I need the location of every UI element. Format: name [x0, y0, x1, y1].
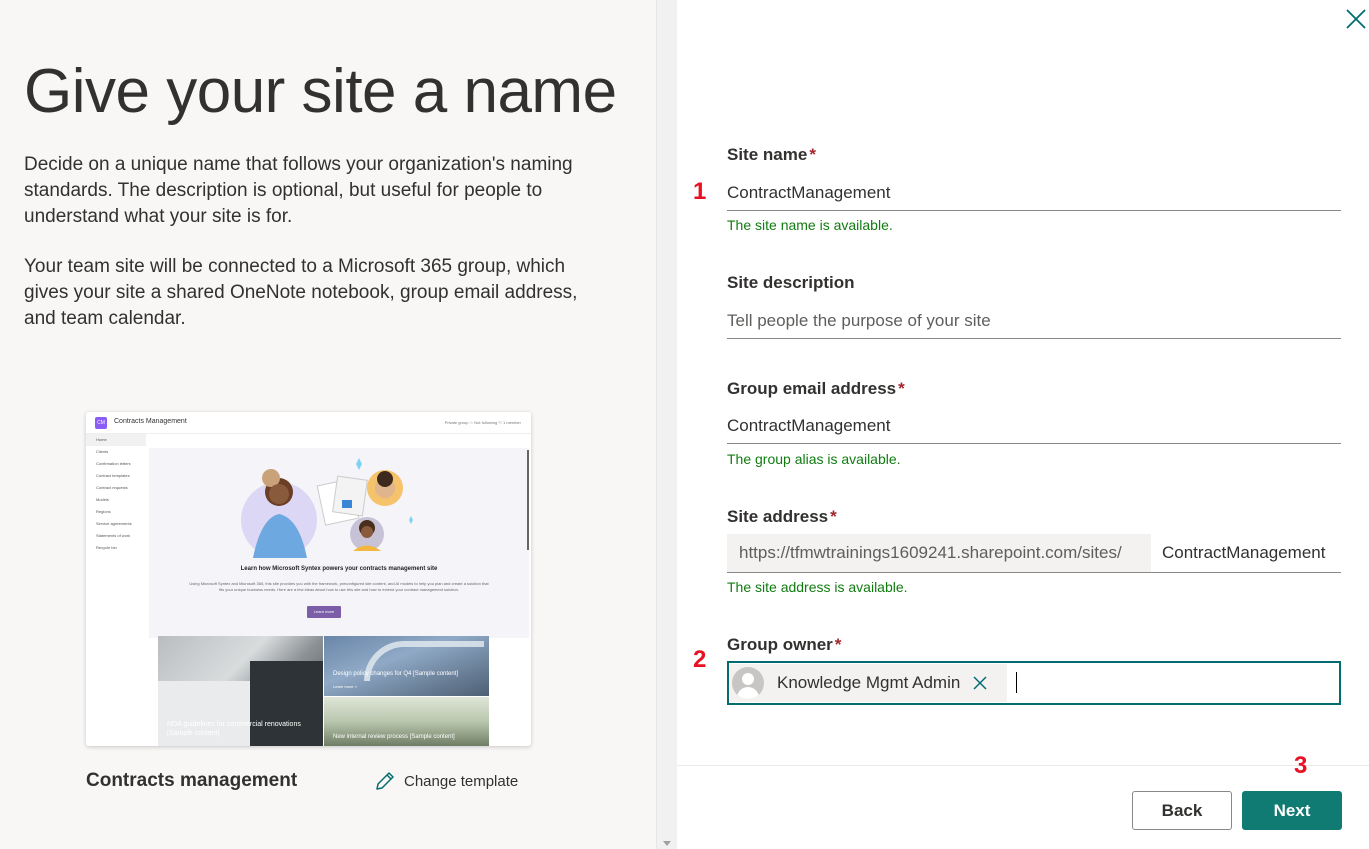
left-panel: Give your site a name Decide on a unique…	[0, 0, 656, 849]
preview-header: CM Contracts Management Private group ☆ …	[86, 412, 531, 434]
intro-paragraph: Decide on a unique name that follows you…	[24, 154, 573, 227]
site-description-label: Site description	[727, 273, 855, 292]
site-name-label-text: Site name	[727, 145, 808, 164]
remove-owner-button[interactable]	[970, 673, 990, 693]
owner-persona-chip[interactable]: Knowledge Mgmt Admin	[730, 664, 1007, 702]
preview-nav: Home Clients Confirmation letters Contra…	[86, 434, 146, 746]
preview-tile-title: NDA guidelines for commercial renovation…	[167, 721, 301, 737]
step-marker-2: 2	[693, 646, 707, 673]
preview-tile-title: Design policy changes for Q4 [Sample con…	[333, 671, 459, 677]
next-button[interactable]: Next	[1242, 791, 1342, 830]
required-marker: *	[809, 145, 816, 164]
site-description-input[interactable]	[727, 303, 1341, 339]
preview-learn-more-button: Learn more	[307, 606, 341, 618]
close-icon	[1346, 9, 1366, 29]
preview-nav-item: Statements of work	[96, 533, 131, 538]
text-cursor	[1016, 672, 1017, 693]
step-marker-1: 1	[693, 178, 707, 205]
group-email-label: Group email address *	[727, 379, 905, 399]
preview-nav-item: Service agreements	[96, 521, 132, 526]
site-name-status: The site name is available.	[727, 217, 893, 233]
site-name-label: Site name *	[727, 145, 816, 165]
site-address-field: https://tfmwtrainings1609241.sharepoint.…	[727, 534, 1341, 573]
group-email-input[interactable]	[727, 408, 1341, 444]
site-address-label-text: Site address	[727, 507, 829, 526]
preview-news-tile: NDA guidelines for commercial renovation…	[158, 636, 323, 746]
preview-news-tile: New internal review process [Sample cont…	[324, 697, 489, 746]
template-name: Contracts management	[86, 770, 298, 791]
back-button[interactable]: Back	[1132, 791, 1232, 830]
site-address-prefix: https://tfmwtrainings1609241.sharepoint.…	[727, 534, 1151, 572]
group-owner-label-text: Group owner	[727, 635, 833, 654]
site-address-input[interactable]	[1151, 534, 1341, 572]
preview-header-actions: Private group ☆ Not following ⚇ 1 member	[444, 420, 521, 425]
close-icon	[973, 676, 987, 690]
group-owner-picker[interactable]: Knowledge Mgmt Admin	[727, 661, 1341, 705]
person-icon	[732, 667, 764, 699]
owner-persona-name: Knowledge Mgmt Admin	[777, 673, 961, 692]
preview-nav-item: Recycle bin	[96, 545, 117, 550]
template-preview: CM Contracts Management Private group ☆ …	[86, 412, 531, 746]
preview-nav-item: Contract requests	[96, 485, 128, 490]
footer-divider	[677, 765, 1369, 766]
required-marker: *	[834, 635, 842, 654]
preview-scrollbar	[527, 450, 529, 550]
site-address-label: Site address *	[727, 507, 837, 527]
preview-tile-link: Learn more >	[333, 684, 357, 689]
preview-nav-item: Clients	[96, 449, 109, 454]
preview-news-tile: Design policy changes for Q4 [Sample con…	[324, 636, 489, 696]
change-template-label: Change template	[404, 772, 519, 790]
change-template-link[interactable]: Change template	[374, 770, 518, 792]
group-info-paragraph: Your team site will be connected to a Mi…	[24, 256, 578, 329]
preview-site-logo: CM	[95, 417, 107, 429]
preview-nav-item: Contract templates	[96, 473, 130, 478]
left-scrollbar[interactable]	[656, 0, 677, 849]
page-title: Give your site a name	[24, 57, 617, 126]
preview-site-title: Contracts Management	[114, 418, 187, 425]
scroll-down-arrow-icon[interactable]	[663, 841, 671, 846]
site-address-status: The site address is available.	[727, 579, 908, 595]
required-marker: *	[830, 507, 837, 526]
pencil-icon	[376, 772, 394, 790]
group-email-label-text: Group email address	[727, 379, 897, 398]
preview-tile-title: New internal review process [Sample cont…	[333, 734, 455, 740]
preview-hero-title: Learn how Microsoft Syntex powers your c…	[240, 566, 438, 572]
preview-nav-item: Models	[96, 497, 109, 502]
preview-nav-item: Confirmation letters	[96, 461, 131, 466]
preview-nav-item: Home	[86, 434, 146, 446]
required-marker: *	[898, 379, 905, 398]
preview-hero-illustration	[241, 458, 413, 558]
preview-nav-item: Regions	[96, 509, 111, 514]
preview-hero: Learn how Microsoft Syntex powers your c…	[149, 448, 529, 638]
site-name-input[interactable]	[727, 175, 1341, 211]
step-marker-3: 3	[1294, 752, 1308, 779]
group-email-status: The group alias is available.	[727, 451, 901, 467]
group-owner-label: Group owner *	[727, 635, 841, 655]
close-button[interactable]	[1343, 6, 1369, 32]
preview-hero-body: Using Microsoft Syntex and Microsoft 365…	[189, 581, 489, 592]
